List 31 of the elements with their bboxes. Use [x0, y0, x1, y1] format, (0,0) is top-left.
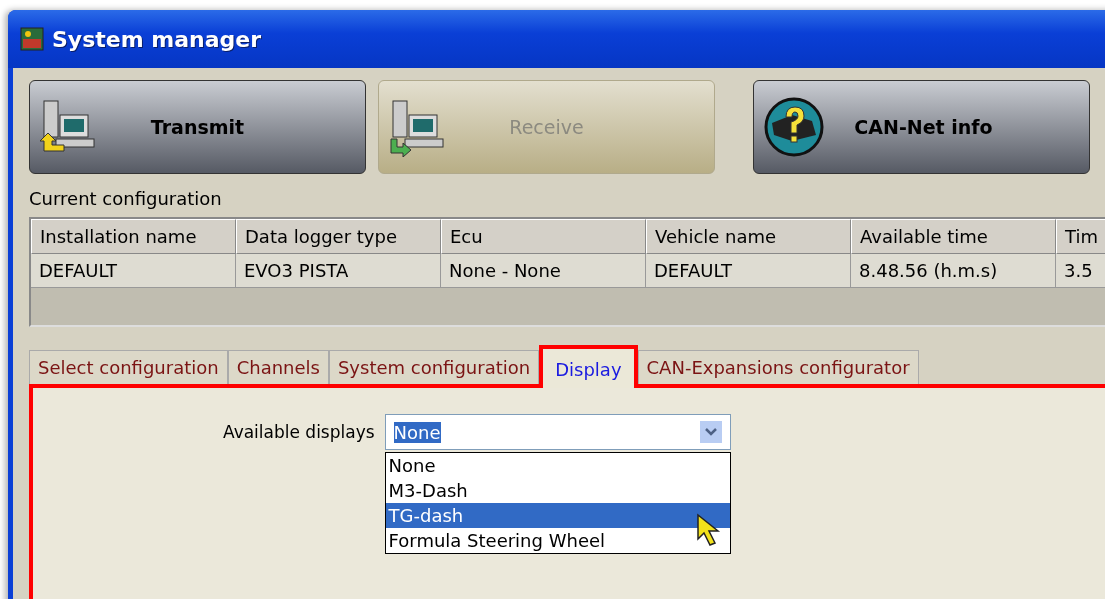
- display-dropdown[interactable]: None: [384, 414, 731, 450]
- column-header: Available time: [851, 219, 1056, 254]
- info-button[interactable]: CAN-Net info: [753, 80, 1090, 174]
- column-header: Vehicle name: [646, 219, 851, 254]
- table-cell: None - None: [441, 254, 646, 288]
- table-cell: DEFAULT: [31, 254, 236, 288]
- field-label: Available displays: [223, 422, 375, 442]
- table-cell: EVO3 PISTA: [236, 254, 441, 288]
- question-icon: [762, 95, 826, 159]
- window-title: System manager: [52, 26, 262, 52]
- transmit-button[interactable]: Transmit: [29, 80, 366, 174]
- table-cell: 3.5: [1056, 254, 1105, 288]
- app-icon: [20, 27, 44, 51]
- tab[interactable]: CAN-Expansions configurator: [637, 350, 919, 384]
- computer-download-icon: [387, 97, 447, 157]
- section-label: Current configuration: [29, 188, 223, 209]
- column-header: Ecu: [441, 219, 646, 254]
- dropdown-option[interactable]: None: [385, 453, 730, 478]
- tab[interactable]: Channels: [227, 350, 329, 384]
- table-cell: 8.48.56 (h.m.s): [851, 254, 1056, 288]
- tab[interactable]: Select configuration: [29, 350, 228, 384]
- pointer-icon: [695, 513, 722, 549]
- table-cell: DEFAULT: [646, 254, 851, 288]
- tab[interactable]: System configuration: [328, 350, 540, 384]
- column-header: Installation name: [31, 219, 236, 254]
- tab[interactable]: Display: [539, 345, 638, 388]
- column-header: Tim: [1056, 219, 1105, 254]
- column-header: Data logger type: [236, 219, 441, 254]
- dropdown-option[interactable]: TG-dash: [385, 503, 730, 528]
- dropdown-option[interactable]: Formula Steering Wheel: [385, 528, 730, 553]
- dropdown-option[interactable]: M3-Dash: [385, 478, 730, 503]
